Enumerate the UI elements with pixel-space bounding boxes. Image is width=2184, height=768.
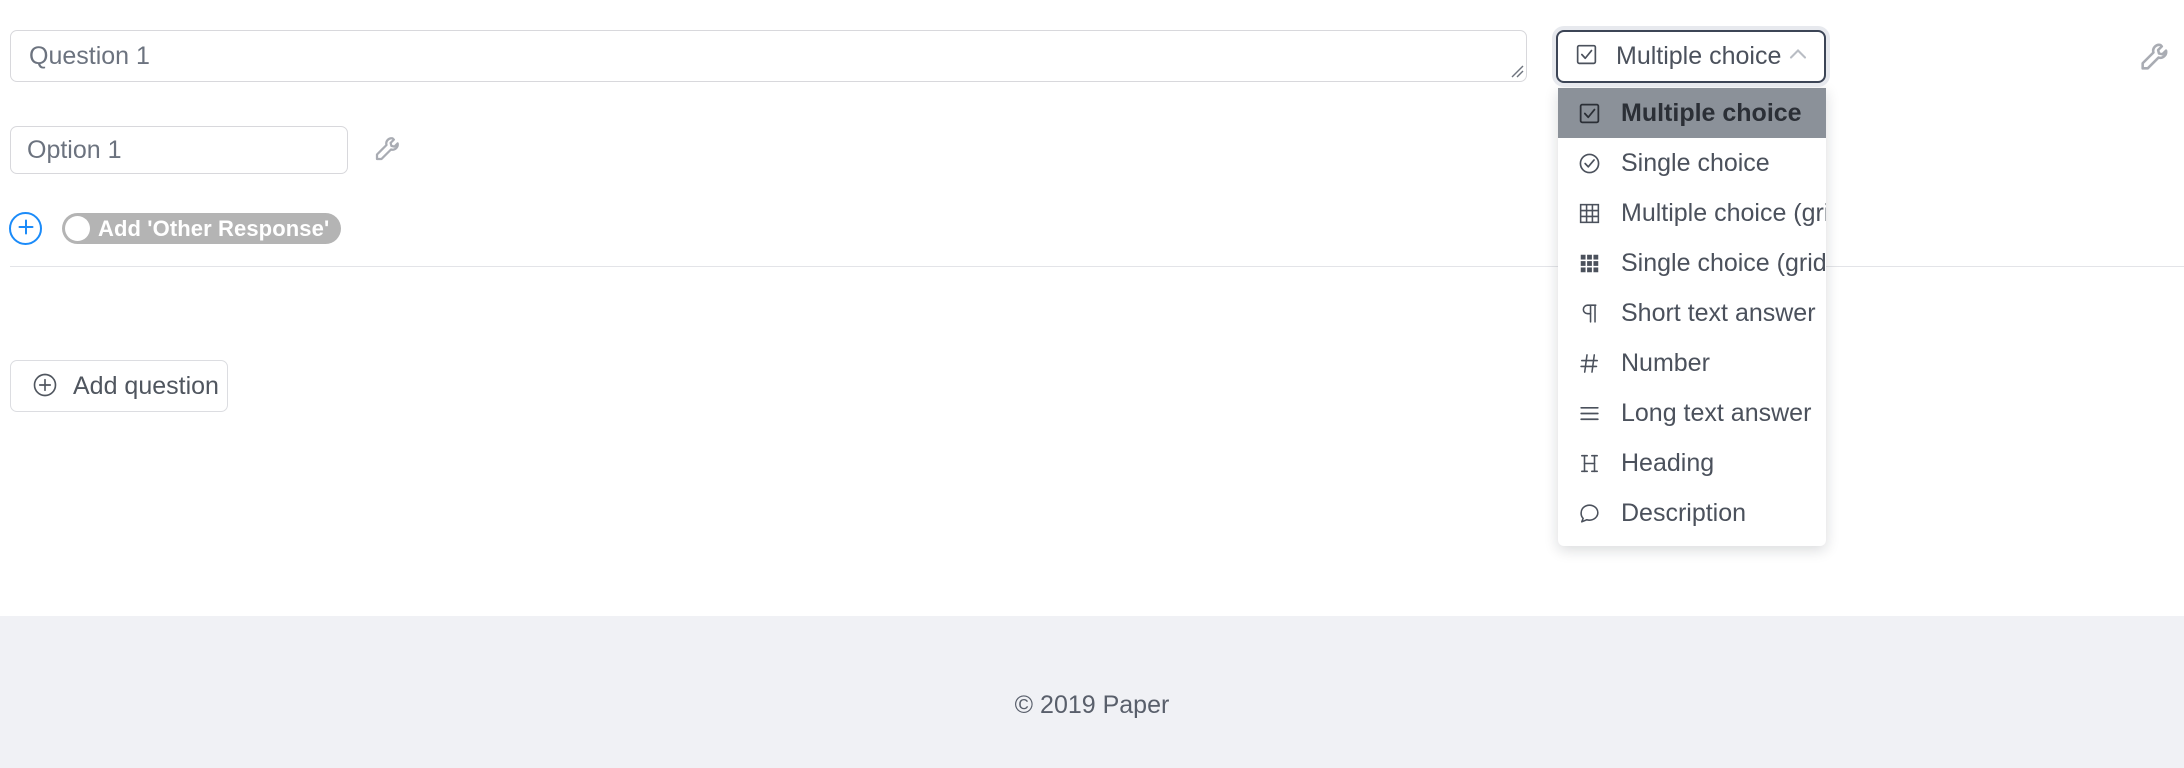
add-question-button[interactable]: Add question bbox=[10, 360, 228, 412]
dropdown-item-single-choice-grid[interactable]: Single choice (grid) bbox=[1558, 238, 1826, 288]
grid-outline-icon bbox=[1574, 201, 1604, 226]
hash-icon bbox=[1574, 351, 1604, 376]
dropdown-item-description[interactable]: Description bbox=[1558, 488, 1826, 538]
wrench-icon bbox=[2137, 40, 2171, 77]
dropdown-item-label: Multiple choice (grid) bbox=[1621, 198, 1826, 227]
form-builder-page: Add 'Other Response' Add question © 2019… bbox=[0, 0, 2184, 768]
add-option-button[interactable] bbox=[9, 212, 42, 245]
content-area: Add 'Other Response' Add question bbox=[0, 0, 2184, 616]
add-question-label: Add question bbox=[73, 371, 219, 400]
dropdown-item-multiple-choice-grid[interactable]: Multiple choice (grid) bbox=[1558, 188, 1826, 238]
dropdown-item-short-text-answer[interactable]: Short text answer bbox=[1558, 288, 1826, 338]
question-type-selected-label: Multiple choice bbox=[1616, 42, 1782, 70]
plus-circle-icon bbox=[31, 371, 59, 402]
question-input[interactable] bbox=[10, 30, 1527, 82]
dropdown-item-label: Long text answer bbox=[1621, 398, 1812, 427]
copyright-text: © 2019 Paper bbox=[1014, 691, 1170, 719]
plus-circle-icon bbox=[16, 217, 36, 240]
dropdown-item-heading[interactable]: Heading bbox=[1558, 438, 1826, 488]
page-footer: © 2019 Paper bbox=[0, 616, 2184, 768]
grid-dots-icon bbox=[1574, 251, 1604, 276]
add-other-response-toggle[interactable]: Add 'Other Response' bbox=[62, 213, 342, 244]
toggle-knob-icon bbox=[65, 216, 90, 241]
dropdown-item-label: Single choice bbox=[1621, 148, 1770, 177]
chevron-up-icon[interactable] bbox=[1784, 40, 1812, 73]
pilcrow-icon bbox=[1574, 301, 1604, 326]
option-row bbox=[10, 126, 404, 174]
question-settings-button[interactable] bbox=[2136, 40, 2172, 76]
dropdown-item-long-text-answer[interactable]: Long text answer bbox=[1558, 388, 1826, 438]
checkbox-checked-icon bbox=[1574, 42, 1599, 72]
dropdown-item-multiple-choice[interactable]: Multiple choice bbox=[1558, 88, 1826, 138]
heading-h-icon bbox=[1574, 451, 1604, 476]
dropdown-item-label: Description bbox=[1621, 498, 1747, 527]
dropdown-item-label: Heading bbox=[1621, 448, 1715, 477]
section-divider bbox=[10, 266, 2184, 267]
dropdown-item-label: Single choice (grid) bbox=[1621, 248, 1826, 277]
dropdown-item-label: Multiple choice bbox=[1621, 98, 1802, 127]
other-response-row: Add 'Other Response' bbox=[9, 212, 342, 245]
lines-icon bbox=[1574, 401, 1604, 426]
option-input[interactable] bbox=[10, 126, 348, 174]
radio-checked-icon bbox=[1574, 151, 1604, 176]
dropdown-item-number[interactable]: Number bbox=[1558, 338, 1826, 388]
question-type-dropdown: Multiple choice Single choice Multiple c… bbox=[1558, 88, 1826, 546]
dropdown-item-label: Short text answer bbox=[1621, 298, 1816, 327]
question-type-select[interactable]: Multiple choice bbox=[1556, 30, 1826, 83]
question-row bbox=[10, 30, 1530, 82]
speech-bubble-icon bbox=[1574, 501, 1604, 526]
option-settings-button[interactable] bbox=[370, 133, 404, 167]
add-other-response-label: Add 'Other Response' bbox=[98, 215, 330, 241]
wrench-icon bbox=[372, 134, 402, 167]
dropdown-item-single-choice[interactable]: Single choice bbox=[1558, 138, 1826, 188]
checkbox-checked-icon bbox=[1574, 101, 1604, 126]
dropdown-item-label: Number bbox=[1621, 348, 1710, 377]
